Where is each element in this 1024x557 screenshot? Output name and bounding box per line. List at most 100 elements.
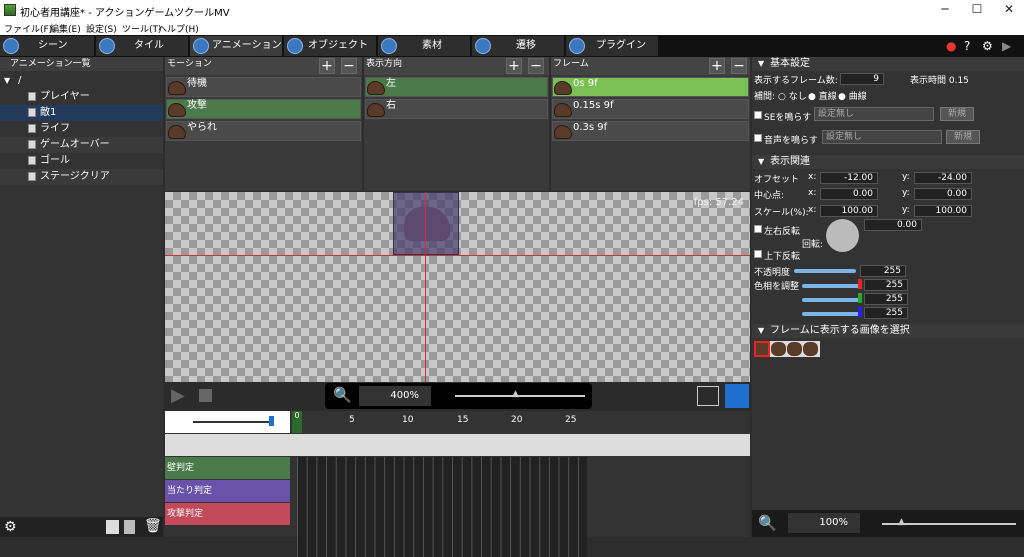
blue-slider[interactable] <box>802 312 860 316</box>
tab-material[interactable]: 素材 <box>378 36 471 56</box>
tree-item[interactable]: 敵1 <box>0 105 163 121</box>
tree-item[interactable]: プレイヤー <box>0 89 163 105</box>
tab-transition[interactable]: 遷移 <box>472 36 565 56</box>
blue-field[interactable]: 255 <box>864 307 908 319</box>
zoom-slider[interactable] <box>455 395 585 397</box>
section-display[interactable]: ▼ 表示関連 <box>752 155 1024 169</box>
gear-icon[interactable]: ⚙ <box>982 39 993 53</box>
interp-linear-radio[interactable]: ● 直線 <box>808 89 837 102</box>
red-slider[interactable] <box>802 284 860 288</box>
tree-item[interactable]: ステージクリア <box>0 169 163 185</box>
scale-y-field[interactable]: 100.00 <box>914 205 972 217</box>
voice-dropdown[interactable]: 設定無し <box>822 130 942 144</box>
direction-item[interactable]: 左 <box>365 77 548 97</box>
image-zoom-field[interactable]: 100% <box>788 513 860 533</box>
section-image[interactable]: ▼ フレームに表示する画像を選択 <box>752 324 1024 338</box>
red-field[interactable]: 255 <box>864 279 908 291</box>
trash-icon[interactable]: 🗑 <box>144 518 162 534</box>
opacity-field[interactable]: 255 <box>860 265 906 277</box>
tree-item[interactable]: ライフ <box>0 121 163 137</box>
layer-hit[interactable]: 当たり判定 <box>165 480 290 502</box>
zoom-slider-thumb[interactable]: ▲ <box>512 389 519 399</box>
voice-checkbox[interactable] <box>754 134 762 142</box>
eye-toggle-icon[interactable] <box>697 386 719 406</box>
sprite-preview[interactable] <box>393 192 459 255</box>
frame-count-field[interactable]: 9 <box>840 73 884 85</box>
blue-knob[interactable] <box>858 307 862 317</box>
tab-object[interactable]: オブジェクト <box>284 36 377 56</box>
close-button[interactable]: ✕ <box>994 2 1024 18</box>
flip-h-checkbox[interactable] <box>754 225 762 233</box>
new-folder-icon[interactable] <box>106 520 119 534</box>
timeline-zoom-thumb[interactable] <box>269 416 274 426</box>
image-tile[interactable] <box>803 342 818 356</box>
image-zoom-thumb[interactable]: ▲ <box>898 517 905 527</box>
tree-item[interactable]: ゲームオーバー <box>0 137 163 153</box>
rotation-field[interactable]: 0.00 <box>864 219 922 231</box>
settings-gear-icon[interactable]: ⚙ <box>4 519 17 535</box>
opacity-slider[interactable] <box>794 269 856 273</box>
section-basic[interactable]: ▼ 基本設定 <box>752 57 1024 71</box>
magnifier-icon[interactable]: 🔍 <box>758 514 777 532</box>
frame-item[interactable]: 0.15s 9f <box>552 99 749 119</box>
new-file-icon[interactable] <box>124 520 135 534</box>
menu-tools[interactable]: ツール(T) <box>122 22 162 35</box>
tab-scene[interactable]: シーン <box>0 36 95 56</box>
center-y-field[interactable]: 0.00 <box>914 188 972 200</box>
image-strip[interactable] <box>754 341 820 357</box>
image-tile[interactable] <box>771 342 786 356</box>
tree-item[interactable]: ゴール <box>0 153 163 169</box>
green-slider[interactable] <box>802 298 860 302</box>
motion-item[interactable]: やられ <box>166 121 361 141</box>
motion-item[interactable]: 待機 <box>166 77 361 97</box>
tab-animation[interactable]: アニメーション <box>190 36 283 56</box>
remove-frame-button[interactable]: − <box>731 58 747 74</box>
remove-direction-button[interactable]: − <box>528 58 544 74</box>
flip-v-checkbox[interactable] <box>754 250 762 258</box>
se-new-button[interactable]: 新規 <box>940 107 974 121</box>
minimize-button[interactable]: ─ <box>930 2 960 18</box>
layer-wall[interactable]: 壁判定 <box>165 457 290 479</box>
magnifier-icon[interactable]: 🔍 <box>333 386 352 404</box>
play-icon[interactable]: ▶ <box>1002 39 1011 53</box>
add-frame-button[interactable]: + <box>709 58 725 74</box>
se-dropdown[interactable]: 設定無し <box>814 107 934 121</box>
direction-item[interactable]: 右 <box>365 99 548 119</box>
voice-new-button[interactable]: 新規 <box>946 130 980 144</box>
rotation-dial[interactable] <box>826 219 859 252</box>
grid-toggle-icon[interactable] <box>725 384 749 408</box>
add-motion-button[interactable]: + <box>319 58 335 74</box>
menu-settings[interactable]: 設定(S) <box>86 22 117 35</box>
frame-item[interactable]: 0.3s 9f <box>552 121 749 141</box>
remove-motion-button[interactable]: − <box>341 58 357 74</box>
help-icon[interactable]: ? <box>964 39 970 53</box>
green-field[interactable]: 255 <box>864 293 908 305</box>
red-knob[interactable] <box>858 279 862 289</box>
image-tile[interactable] <box>787 342 802 356</box>
frame-item[interactable]: 0s 9f <box>552 77 749 97</box>
tree-root[interactable]: ▼ / <box>0 73 163 89</box>
tab-plugin[interactable]: プラグイン <box>566 36 659 56</box>
layer-attack[interactable]: 攻撃判定 <box>165 503 290 525</box>
image-tile-selected[interactable] <box>754 341 770 357</box>
green-knob[interactable] <box>858 293 862 303</box>
interp-none-radio[interactable]: ○ なし <box>778 89 807 102</box>
add-direction-button[interactable]: + <box>506 58 522 74</box>
stop-icon[interactable] <box>199 389 212 402</box>
menu-file[interactable]: ファイル(F) <box>4 22 52 35</box>
interp-curve-radio[interactable]: ● 曲線 <box>838 89 867 102</box>
motion-item[interactable]: 攻撃 <box>166 99 361 119</box>
center-x-field[interactable]: 0.00 <box>820 188 878 200</box>
play-icon[interactable]: ▶ <box>171 385 185 406</box>
timeline-grid[interactable] <box>297 457 587 557</box>
stop-icon[interactable]: ● <box>946 39 956 53</box>
se-checkbox[interactable] <box>754 111 762 119</box>
menu-edit[interactable]: 編集(E) <box>50 22 81 35</box>
preview-canvas[interactable]: fps: 57.24 <box>165 192 750 382</box>
zoom-field[interactable]: 400% <box>359 386 431 406</box>
offset-y-field[interactable]: -24.00 <box>914 172 972 184</box>
menu-help[interactable]: ヘルプ(H) <box>158 22 199 35</box>
scale-x-field[interactable]: 100.00 <box>820 205 878 217</box>
frame-track[interactable] <box>165 434 750 456</box>
tab-tile[interactable]: タイル <box>96 36 189 56</box>
